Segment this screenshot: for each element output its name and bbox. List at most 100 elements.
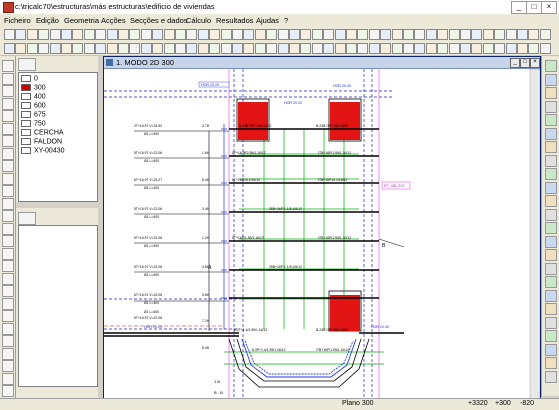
- left-tool-icon[interactable]: [2, 335, 14, 347]
- toolbar-tool-icon[interactable]: [163, 29, 175, 40]
- toolbar-tool-icon[interactable]: [15, 43, 27, 54]
- toolbar-tool-icon[interactable]: [197, 43, 209, 54]
- toolbar-tool-icon[interactable]: [118, 43, 129, 54]
- toolbar-tool-icon[interactable]: [152, 43, 164, 54]
- layer-item[interactable]: FALDON: [21, 138, 62, 145]
- left-tool-icon[interactable]: [2, 247, 14, 260]
- layer-item[interactable]: 300: [21, 84, 46, 91]
- toolbar-tool-icon[interactable]: [186, 43, 198, 54]
- toolbar-tool-icon[interactable]: [38, 29, 50, 40]
- toolbar-tool-icon[interactable]: [163, 43, 175, 54]
- toolbar-tool-icon[interactable]: [494, 29, 506, 40]
- right-tool-icon[interactable]: [545, 316, 557, 329]
- right-tool-icon[interactable]: [545, 357, 557, 369]
- menu-ficheiro[interactable]: Ficheiro: [4, 16, 31, 25]
- right-tool-icon[interactable]: [545, 249, 557, 261]
- right-tool-icon[interactable]: [545, 195, 557, 207]
- toolbar-tool-icon[interactable]: [118, 29, 129, 40]
- toolbar-tool-icon[interactable]: [243, 43, 255, 54]
- toolbar-tool-icon[interactable]: [539, 43, 551, 54]
- close-button[interactable]: ×: [541, 1, 557, 14]
- left-tool-icon[interactable]: [2, 85, 14, 97]
- toolbar-tool-icon[interactable]: [129, 29, 141, 40]
- toolbar-tool-icon[interactable]: [528, 29, 540, 40]
- toolbar-tool-icon[interactable]: [323, 29, 335, 40]
- minimize-button[interactable]: _: [511, 1, 527, 14]
- toolbar-tool-icon[interactable]: [289, 29, 300, 40]
- toolbar-tool-icon[interactable]: [72, 43, 84, 54]
- layer-item[interactable]: XY-00430: [21, 147, 65, 154]
- toolbar-tool-icon[interactable]: [152, 29, 164, 40]
- toolbar-tool-icon[interactable]: [266, 29, 278, 40]
- menu-ajudas[interactable]: Ajudas: [256, 16, 279, 25]
- right-tool-icon[interactable]: [545, 154, 557, 167]
- left-tool-icon[interactable]: [2, 372, 14, 385]
- right-tool-icon[interactable]: [545, 235, 557, 248]
- toolbar-tool-icon[interactable]: [243, 29, 255, 40]
- toolbar-tool-icon[interactable]: [471, 29, 483, 40]
- toolbar-tool-icon[interactable]: [26, 43, 38, 54]
- right-tool-icon[interactable]: [545, 208, 557, 221]
- left-tool-icon[interactable]: [2, 72, 14, 85]
- toolbar-tool-icon[interactable]: [209, 29, 221, 40]
- left-tool-icon[interactable]: [2, 185, 14, 197]
- toolbar-tool-icon[interactable]: [334, 43, 346, 54]
- menu-edicao[interactable]: Edição: [36, 16, 59, 25]
- left-tool-icon[interactable]: [2, 160, 14, 172]
- toolbar-tool-icon[interactable]: [140, 29, 152, 40]
- right-tool-icon[interactable]: [545, 141, 557, 153]
- toolbar-tool-icon[interactable]: [448, 43, 460, 54]
- left-tool-icon[interactable]: [2, 122, 14, 135]
- toolbar-tool-icon[interactable]: [232, 29, 243, 40]
- toolbar-tool-icon[interactable]: [49, 43, 61, 54]
- vertical-scrollbar[interactable]: [529, 69, 540, 400]
- toolbar-tool-icon[interactable]: [505, 43, 517, 54]
- toolbar-tool-icon[interactable]: [357, 29, 369, 40]
- toolbar-tool-icon[interactable]: [186, 29, 198, 40]
- structure-drawing[interactable]: HOR 20.20 HOR 20.20 HOR 20.20 HOR 20.20 …: [104, 69, 540, 400]
- toolbar-tool-icon[interactable]: [277, 43, 289, 54]
- toolbar-tool-icon[interactable]: [346, 43, 357, 54]
- left-tool-icon[interactable]: [2, 310, 14, 322]
- toolbar-tool-icon[interactable]: [437, 43, 449, 54]
- right-tool-icon[interactable]: [545, 73, 557, 86]
- left-tool-icon[interactable]: [2, 222, 14, 235]
- toolbar-tool-icon[interactable]: [106, 43, 118, 54]
- toolbar-tool-icon[interactable]: [425, 43, 437, 54]
- toolbar-tool-icon[interactable]: [106, 29, 118, 40]
- toolbar-tool-icon[interactable]: [38, 43, 50, 54]
- toolbar-tool-icon[interactable]: [368, 29, 380, 40]
- right-tool-icon[interactable]: [545, 127, 557, 140]
- left-tool-icon[interactable]: [2, 60, 14, 72]
- right-tool-icon[interactable]: [545, 276, 557, 288]
- layer-item[interactable]: 0: [21, 75, 38, 82]
- toolbar-tool-icon[interactable]: [494, 43, 506, 54]
- layer-item[interactable]: 400: [21, 93, 46, 100]
- toolbar-tool-icon[interactable]: [403, 29, 414, 40]
- right-tool-icon[interactable]: [545, 60, 557, 72]
- toolbar-tool-icon[interactable]: [380, 29, 392, 40]
- toolbar-tool-icon[interactable]: [391, 29, 403, 40]
- toolbar-tool-icon[interactable]: [437, 29, 449, 40]
- right-tool-icon[interactable]: [545, 289, 557, 302]
- left-tool-icon[interactable]: [2, 197, 14, 210]
- right-tool-icon[interactable]: [545, 87, 557, 99]
- toolbar-tool-icon[interactable]: [323, 43, 335, 54]
- menu-help[interactable]: ?: [284, 16, 288, 25]
- left-tool-icon[interactable]: [2, 260, 14, 272]
- toolbar-tool-icon[interactable]: [4, 43, 15, 54]
- menu-resultados[interactable]: Resultados: [216, 16, 254, 25]
- toolbar-tool-icon[interactable]: [311, 29, 323, 40]
- right-tool-icon[interactable]: [545, 370, 557, 383]
- toolbar-tool-icon[interactable]: [505, 29, 517, 40]
- column-red-bottom-right[interactable]: [330, 295, 360, 331]
- left-tool-icon[interactable]: [2, 385, 14, 397]
- left-tool-icon[interactable]: [2, 97, 14, 110]
- toolbar-tool-icon[interactable]: [300, 29, 312, 40]
- toolbar-tool-icon[interactable]: [482, 43, 494, 54]
- layer-item[interactable]: CERCHA: [21, 129, 64, 136]
- right-tool-icon[interactable]: [545, 168, 557, 180]
- column-red-top-left[interactable]: [238, 102, 268, 140]
- toolbar-tool-icon[interactable]: [26, 29, 38, 40]
- toolbar-tool-icon[interactable]: [61, 29, 72, 40]
